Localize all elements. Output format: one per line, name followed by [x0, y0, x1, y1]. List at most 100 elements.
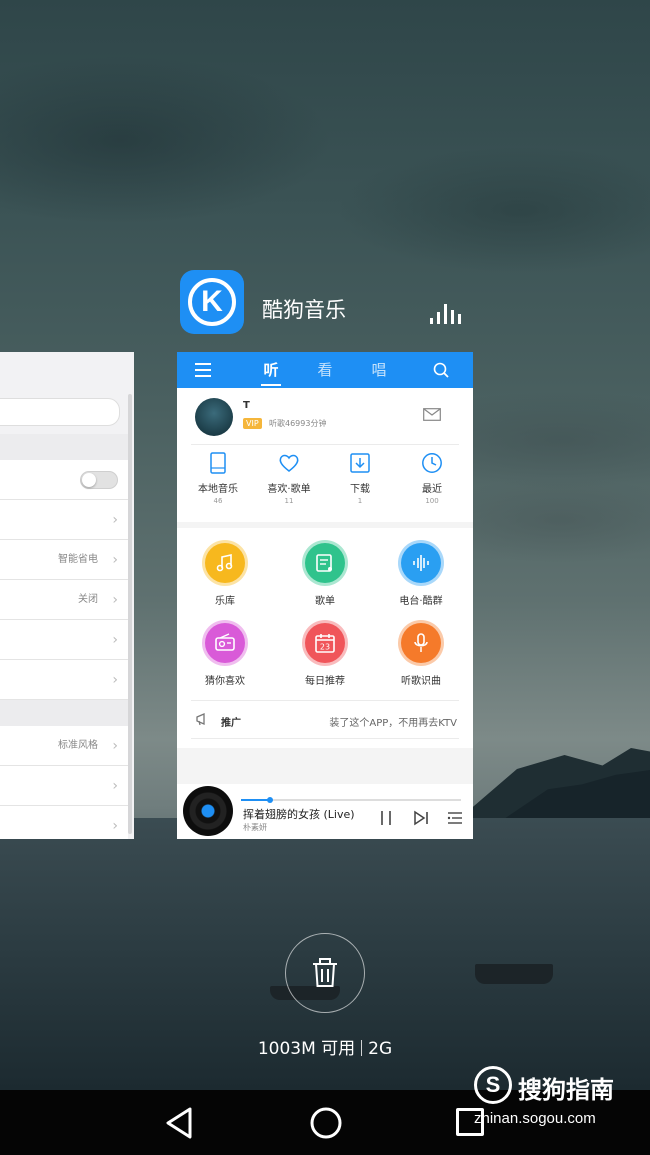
settings-row[interactable]: ›	[0, 766, 128, 806]
quick-count: 46	[213, 497, 223, 505]
quick-label: 本地音乐	[198, 484, 238, 495]
feature-label: 歌单	[315, 596, 335, 607]
divider	[191, 700, 459, 701]
clear-all-button[interactable]	[285, 933, 365, 1013]
next-track-icon[interactable]	[413, 810, 429, 826]
recent-app-card-kugou[interactable]: 听 看 唱 T VIP 听歌46993分钟 本地音乐 46 喜欢·歌单 11 下…	[177, 352, 473, 839]
quick-label: 最近	[422, 484, 442, 495]
quick-favorites[interactable]: 喜欢·歌单 11	[252, 452, 326, 516]
chevron-right-icon: ›	[112, 512, 118, 528]
megaphone-icon	[196, 713, 205, 726]
scrollbar[interactable]	[128, 394, 132, 834]
settings-search-field[interactable]	[0, 398, 120, 426]
settings-row[interactable]: ›	[0, 500, 128, 540]
album-disc[interactable]	[183, 786, 233, 836]
feature-guess-you-like[interactable]: 猜你喜欢	[177, 620, 273, 690]
quick-count: 100	[425, 497, 439, 505]
kugou-top-bar: 听 看 唱	[177, 352, 473, 388]
music-note-icon	[202, 540, 248, 586]
audio-playing-icon	[430, 302, 462, 324]
chevron-right-icon: ›	[112, 672, 118, 688]
kugou-app-icon[interactable]: K	[180, 270, 244, 334]
promo-label: 推广	[221, 718, 241, 729]
settings-row[interactable]: 标准风格 ›	[0, 726, 128, 766]
feature-song-recognition[interactable]: 听歌识曲	[373, 620, 469, 690]
playback-progress[interactable]	[241, 797, 461, 803]
watermark-title: 搜狗指南	[518, 1076, 614, 1104]
quick-recent[interactable]: 最近 100	[395, 452, 469, 516]
settings-row[interactable]: 关闭 ›	[0, 580, 128, 620]
song-artist: 朴素妍	[243, 823, 267, 832]
tablet-icon	[210, 452, 226, 474]
user-summary: T VIP 听歌46993分钟 本地音乐 46 喜欢·歌单 11 下载 1 最近…	[177, 388, 473, 522]
wallpaper-boat	[475, 964, 553, 984]
search-icon[interactable]	[433, 362, 449, 378]
user-name: T	[243, 400, 250, 411]
progress-fill	[241, 799, 270, 801]
avatar[interactable]	[195, 398, 233, 436]
back-icon[interactable]	[164, 1106, 196, 1140]
listen-duration: 听歌46993分钟	[269, 419, 327, 428]
chevron-right-icon: ›	[112, 818, 118, 834]
mini-player[interactable]: 挥着翅膀的女孩 (Live) 朴素妍	[177, 784, 473, 839]
settings-toggle[interactable]	[80, 471, 118, 489]
promo-text[interactable]: 装了这个APP，不用再去KTV	[329, 714, 457, 729]
download-icon	[350, 453, 370, 473]
vip-badge: VIP	[243, 418, 262, 429]
song-title: 挥着翅膀的女孩 (Live)	[243, 808, 355, 821]
feature-radio-groups[interactable]: 电台·酷群	[373, 540, 469, 610]
settings-section-separator	[0, 434, 128, 460]
queue-list-icon[interactable]	[447, 810, 463, 826]
watermark-url: zhinan.sogou.com	[474, 1110, 596, 1127]
feature-label: 乐库	[215, 596, 235, 607]
feature-label: 电台·酷群	[399, 596, 443, 607]
memory-available: 1003M 可用	[257, 1039, 356, 1059]
quick-local-music[interactable]: 本地音乐 46	[181, 452, 255, 516]
playlist-icon	[302, 540, 348, 586]
quick-download[interactable]: 下载 1	[323, 452, 397, 516]
home-icon[interactable]	[309, 1106, 343, 1140]
calendar-badge: 23	[320, 643, 330, 652]
chevron-right-icon: ›	[112, 632, 118, 648]
quick-label: 下载	[350, 484, 370, 495]
sogou-logo-icon: S	[474, 1066, 512, 1104]
menu-icon[interactable]	[195, 363, 211, 377]
progress-knob[interactable]	[266, 797, 273, 803]
divider	[191, 738, 459, 739]
radio-wave-icon	[398, 540, 444, 586]
settings-row[interactable]	[0, 460, 128, 500]
mail-icon[interactable]	[423, 408, 441, 421]
feature-music-library[interactable]: 乐库	[177, 540, 273, 610]
tab-watch[interactable]: 看	[305, 352, 345, 388]
feature-grid: 乐库 歌单 电台·酷群 猜你喜欢 23 每日推荐 听歌识曲 推广 装了这个APP…	[177, 528, 473, 748]
settings-row[interactable]: ›	[0, 620, 128, 660]
heart-icon	[279, 454, 299, 472]
tab-sing[interactable]: 唱	[359, 352, 399, 388]
settings-row[interactable]: ›	[0, 806, 128, 839]
app-logo-letter: K	[201, 285, 223, 318]
settings-section-separator	[0, 700, 128, 726]
recent-app-header: K 酷狗音乐	[180, 270, 470, 334]
chevron-right-icon: ›	[112, 778, 118, 794]
radio-icon	[202, 620, 248, 666]
quick-label: 喜欢·歌单	[267, 484, 311, 495]
chevron-right-icon: ›	[112, 592, 118, 608]
divider	[191, 444, 459, 445]
trash-icon	[313, 958, 337, 987]
feature-daily-picks[interactable]: 23 每日推荐	[277, 620, 373, 690]
tab-listen[interactable]: 听	[251, 352, 291, 388]
recent-app-card-settings[interactable]: › 智能省电 › 关闭 › › › 标准风格 › › ›	[0, 352, 134, 839]
pause-icon[interactable]	[379, 810, 393, 826]
quick-count: 1	[357, 497, 363, 505]
feature-playlists[interactable]: 歌单	[277, 540, 373, 610]
settings-row[interactable]: ›	[0, 660, 128, 700]
quick-count: 11	[284, 497, 294, 505]
sogou-watermark: S 搜狗指南 zhinan.sogou.com	[474, 1066, 644, 1136]
settings-row[interactable]: 智能省电 ›	[0, 540, 128, 580]
feature-label: 猜你喜欢	[205, 676, 245, 687]
chevron-right-icon: ›	[112, 738, 118, 754]
app-name: 酷狗音乐	[262, 298, 346, 322]
chevron-right-icon: ›	[112, 552, 118, 568]
memory-separator	[361, 1040, 363, 1056]
feature-label: 听歌识曲	[401, 676, 441, 687]
